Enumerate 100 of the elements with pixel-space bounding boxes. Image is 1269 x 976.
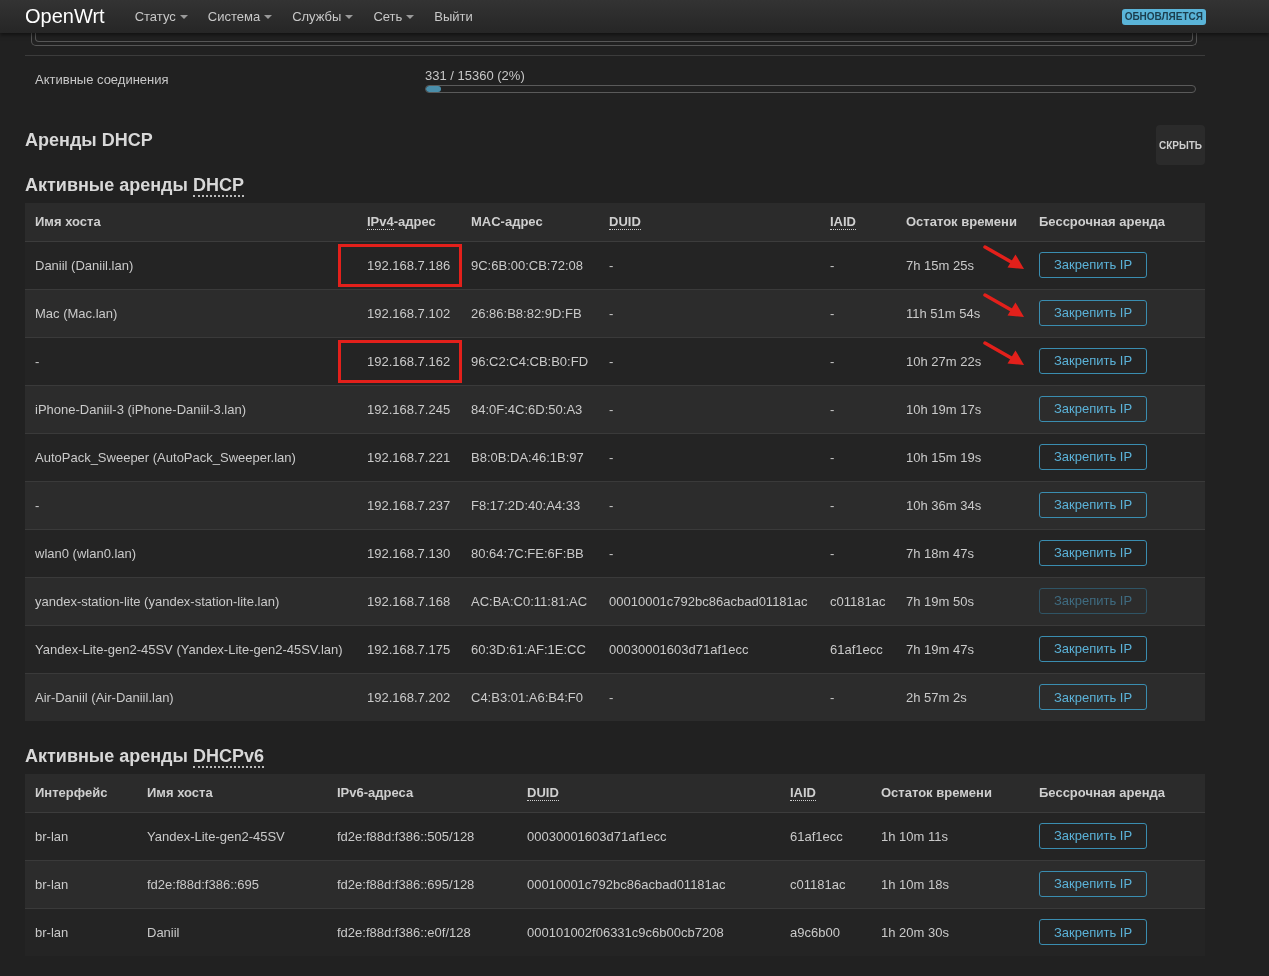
column-header: IPv6-адреса — [327, 774, 517, 812]
column-header: DUID — [599, 203, 820, 241]
column-header: Остаток времени — [871, 774, 1029, 812]
menu-item[interactable]: Службы — [292, 6, 354, 27]
table-cell: 7h 19m 50s — [906, 594, 974, 609]
table-cell: 7h 15m 25s — [906, 258, 974, 273]
table-cell: a9c6b00 — [790, 925, 840, 941]
table-cell: 1h 20m 30s — [881, 925, 949, 941]
reserve-ip-button[interactable]: Закрепить IP — [1039, 823, 1147, 849]
reserve-ip-button[interactable]: Закрепить IP — [1039, 252, 1147, 278]
reserve-ip-button[interactable]: Закрепить IP — [1039, 919, 1147, 946]
reserve-ip-button[interactable]: Закрепить IP — [1039, 636, 1147, 662]
table-cell: wlan0 (wlan0.lan) — [35, 546, 137, 561]
table-cell: - — [830, 690, 835, 706]
table-cell: 96:C2:C4:CB:B0:FD — [471, 354, 589, 369]
section-heading: Активные аренды DHCPv6 — [25, 745, 265, 767]
table-cell: fd2e:f88d:f386::505/128 — [337, 829, 475, 844]
table-cell: - — [609, 498, 614, 513]
table-cell: - — [609, 690, 614, 706]
menu-item[interactable]: Система — [207, 6, 273, 27]
table-cell: - — [830, 402, 835, 417]
table-cell: fd2e:f88d:f386::695 — [147, 877, 260, 892]
table-cell: - — [830, 546, 835, 561]
table-cell: 1h 10m 18s — [881, 877, 949, 892]
table-cell: br-lan — [35, 877, 69, 892]
reserve-ip-button[interactable]: Закрепить IP — [1039, 492, 1147, 518]
table-cell: yandex-station-lite (yandex-station-lite.lan) — [35, 594, 280, 609]
column-header: Имя хоста — [25, 203, 357, 241]
menu-item[interactable]: Выйти — [434, 6, 473, 27]
table-cell: 61af1ecc — [830, 642, 883, 657]
table-cell: - — [609, 354, 614, 369]
table-cell: - — [35, 498, 40, 513]
reserve-ip-button[interactable]: Закрепить IP — [1039, 684, 1147, 711]
table-cell: B8:0B:DA:46:1B:97 — [471, 450, 584, 465]
table-cell: 61af1ecc — [790, 829, 843, 844]
table-cell: 7h 18m 47s — [906, 546, 974, 561]
table-cell: AutoPack_Sweeper (AutoPack_Sweeper.lan) — [35, 450, 296, 465]
hide-button[interactable]: СКРЫТЬ — [1156, 125, 1205, 165]
table-cell: br-lan — [35, 829, 69, 844]
table-cell: F8:17:2D:40:A4:33 — [471, 498, 581, 513]
column-header: Бессрочная аренда — [1029, 203, 1205, 241]
table-cell: 60:3D:61:AF:1E:CC — [471, 642, 586, 657]
table-cell: 00030001603d71af1ecc — [609, 642, 749, 657]
status-badge: ОБНОВЛЯЕТСЯ — [1121, 8, 1206, 25]
column-header: Бессрочная аренда — [1029, 774, 1205, 812]
table-cell: c01181ac — [830, 594, 886, 609]
table-cell: fd2e:f88d:f386::e0f/128 — [337, 925, 471, 941]
table-cell: - — [609, 450, 614, 465]
table-cell: 10h 15m 19s — [906, 450, 982, 465]
column-header: IPv4-адрес — [357, 203, 461, 241]
table-cell: - — [830, 306, 835, 321]
table-cell: iPhone-Daniil-3 (iPhone-Daniil-3.lan) — [35, 402, 246, 417]
section-title: Аренды DHCP — [25, 129, 153, 151]
column-header: Имя хоста — [137, 774, 327, 812]
table-cell: 192.168.7.130 — [367, 546, 451, 561]
table-cell: 192.168.7.175 — [367, 642, 451, 657]
table-cell: 80:64:7C:FE:6F:BB — [471, 546, 584, 561]
reserve-ip-button[interactable]: Закрепить IP — [1039, 540, 1147, 566]
table-cell: C4:B3:01:A6:B4:F0 — [471, 690, 583, 706]
column-header: IAID — [780, 774, 871, 812]
table-cell: 192.168.7.162 — [367, 354, 451, 369]
reserve-ip-button[interactable]: Закрепить IP — [1039, 396, 1147, 422]
table-cell: br-lan — [35, 925, 69, 941]
table-cell: 192.168.7.245 — [367, 402, 451, 417]
table-cell: 192.168.7.168 — [367, 594, 451, 609]
table-cell: - — [609, 402, 614, 417]
table-cell: 192.168.7.186 — [367, 258, 451, 273]
menu-item[interactable]: Сеть — [373, 6, 415, 27]
table-cell: Yandex-Lite-gen2-45SV (Yandex-Lite-gen2-45SV.lan) — [35, 642, 343, 657]
table-cell: 9C:6B:00:CB:72:08 — [471, 258, 584, 273]
section-heading: Активные аренды DHCP — [25, 174, 245, 196]
table-cell: Yandex-Lite-gen2-45SV — [147, 829, 285, 844]
logo[interactable]: OpenWrt — [25, 3, 105, 28]
column-header: Остаток времени — [896, 203, 1029, 241]
table-cell: 2h 57m 2s — [906, 690, 967, 706]
table-cell: AC:BA:C0:11:81:AC — [471, 594, 588, 609]
table-cell: 000101002f06331c9c6b00cb7208 — [527, 925, 724, 941]
table-cell: 84:0F:4C:6D:50:A3 — [471, 402, 583, 417]
table-cell: 00010001c792bc86acbad01181ac — [527, 877, 726, 892]
reserve-ip-button[interactable]: Закрепить IP — [1039, 300, 1147, 326]
reserve-ip-button[interactable]: Закрепить IP — [1039, 444, 1147, 470]
table-cell: 11h 51m 54s — [906, 306, 981, 321]
table-cell: 00010001c792bc86acbad01181ac — [609, 594, 808, 609]
table-cell: - — [830, 258, 835, 273]
column-header: MAC-адрес — [461, 203, 599, 241]
table-cell: 10h 36m 34s — [906, 498, 982, 513]
reserve-ip-button[interactable]: Закрепить IP — [1039, 871, 1147, 897]
table-cell: Air-Daniil (Air-Daniil.lan) — [35, 690, 174, 706]
reserve-ip-button[interactable]: Закрепить IP — [1039, 348, 1147, 374]
column-header: Интерфейс — [25, 774, 137, 812]
connections-value: 331 / 15360 (2%) — [425, 67, 525, 84]
table-cell: Mac (Mac.lan) — [35, 306, 118, 321]
table-cell: Daniil — [147, 925, 180, 941]
table-cell: - — [609, 258, 614, 273]
table-cell: 1h 10m 11s — [881, 829, 948, 844]
table-cell: 192.168.7.221 — [367, 450, 451, 465]
table-cell: fd2e:f88d:f386::695/128 — [337, 877, 475, 892]
column-header: IAID — [820, 203, 896, 241]
menu-item[interactable]: Статус — [134, 6, 188, 27]
table-cell: - — [830, 498, 835, 513]
